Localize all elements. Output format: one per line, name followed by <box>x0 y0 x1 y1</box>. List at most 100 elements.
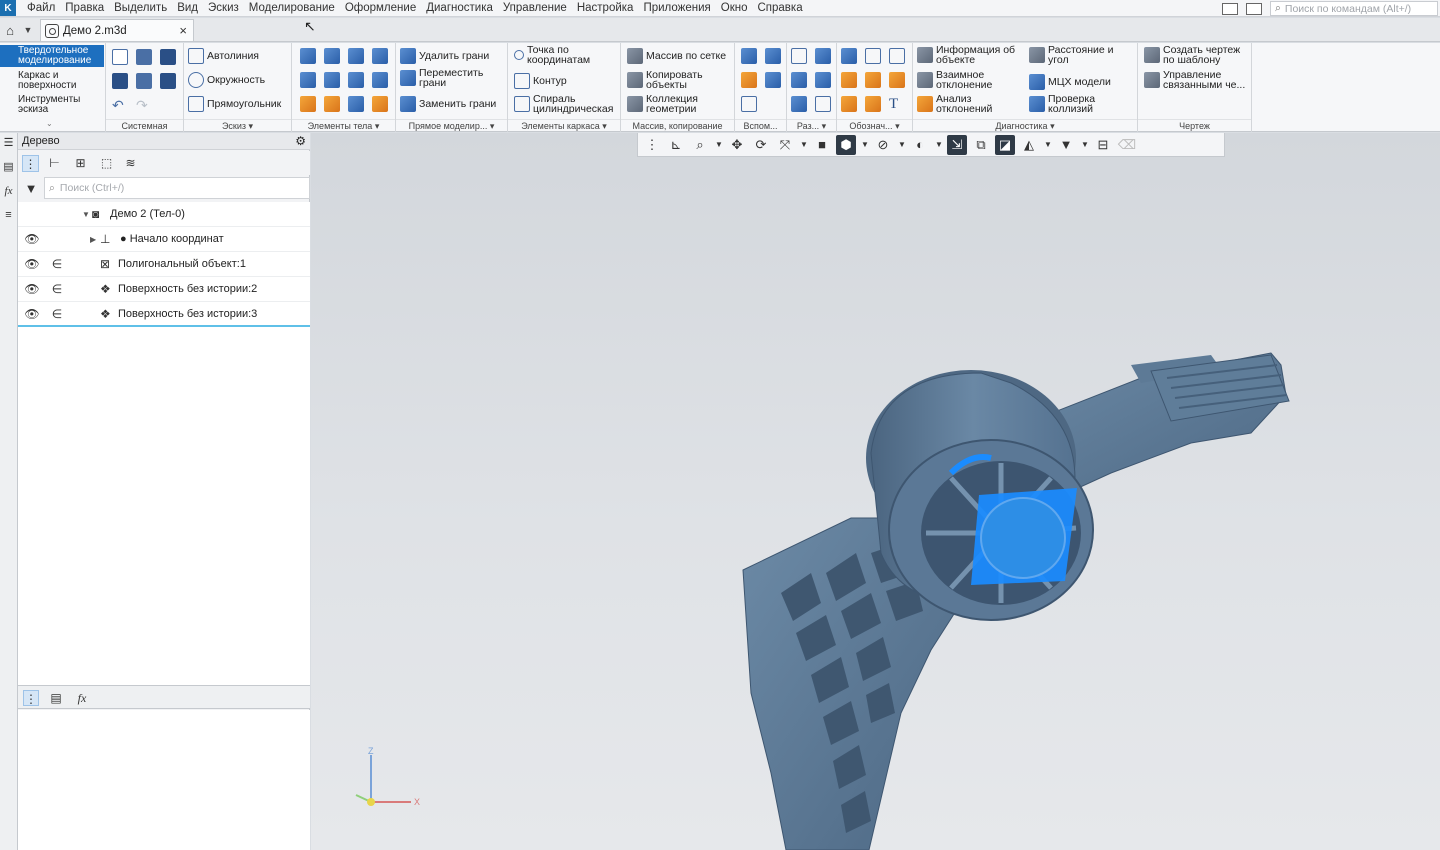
ordinate-dim-icon[interactable] <box>791 96 807 112</box>
cut-revolve-icon[interactable] <box>324 72 340 88</box>
menu-manage[interactable]: Управление <box>498 0 572 16</box>
mode-solid-modeling[interactable]: Твердотельное моделирование <box>0 45 104 67</box>
render-icon[interactable]: ◭ <box>1019 135 1039 155</box>
3d-viewport[interactable]: ⋮ ⊾ ⌕ ▼ ✥ ⟳ ⤧ ▼ ■ ⬢ ▼ ⊘ ▼ ◐ ▼ ⇲ ⧉ ◪ ◭ ▼ … <box>311 133 1440 850</box>
delete-faces-button[interactable]: Удалить грани <box>400 48 489 64</box>
section-icon[interactable]: ◐ <box>910 135 930 155</box>
autoline-button[interactable]: Автолиния <box>188 48 259 64</box>
section-dropdown-icon[interactable]: ▼ <box>934 140 944 149</box>
tree-panel-tab-icon[interactable]: ⋮ <box>23 690 39 706</box>
variables-fx-icon[interactable]: fx <box>2 185 15 198</box>
perspective-icon[interactable]: ⧉ <box>971 135 991 155</box>
menu-help[interactable]: Справка <box>752 0 807 16</box>
tree-structure-icon[interactable]: ⋮ <box>22 155 39 172</box>
group-diagnostics-label[interactable]: Диагностика ▾ <box>913 119 1137 131</box>
aux-axis-icon[interactable] <box>765 48 781 64</box>
save-icon[interactable] <box>160 49 176 65</box>
properties-tab-icon[interactable]: ▤ <box>48 690 64 706</box>
expand-arrow-icon[interactable]: ▶ <box>90 235 96 244</box>
cylindrical-spiral-button[interactable]: Спираль цилиндрическая <box>514 94 620 114</box>
weld-icon[interactable] <box>841 72 857 88</box>
rectangle-button[interactable]: Прямоугольник <box>188 96 281 112</box>
menu-window[interactable]: Окно <box>716 0 753 16</box>
layers-panel-icon[interactable]: ≡ <box>2 209 15 222</box>
selection-filter-icon[interactable]: ▼ <box>1056 135 1076 155</box>
visibility-eye-icon[interactable]: 👁 <box>24 307 40 321</box>
aux-point-icon[interactable] <box>741 72 757 88</box>
base-icon[interactable] <box>841 96 857 112</box>
tree-hierarchy-icon[interactable]: ⊢ <box>46 155 63 172</box>
arc-dim-icon[interactable] <box>815 96 831 112</box>
manage-linked-drawings-button[interactable]: Управление связанными че... <box>1144 70 1250 90</box>
replace-faces-button[interactable]: Заменить грани <box>400 96 496 112</box>
create-drawing-button[interactable]: Создать чертеж по шаблону <box>1144 45 1250 65</box>
mutual-deviation-button[interactable]: Взаимное отклонение <box>917 70 1027 90</box>
preview-icon[interactable] <box>136 73 152 89</box>
visibility-eye-icon[interactable]: 👁 <box>24 282 40 296</box>
shaded-mode-icon[interactable]: ■ <box>812 135 832 155</box>
mass-properties-button[interactable]: МЦХ модели <box>1029 74 1111 90</box>
zoom-dropdown-icon[interactable]: ▼ <box>714 140 724 149</box>
document-tab[interactable]: Демо 2.m3d × <box>40 19 194 41</box>
variables-tab-icon[interactable]: fx <box>74 690 90 706</box>
diametral-dim-icon[interactable] <box>815 72 831 88</box>
cut-sweep-icon[interactable] <box>348 72 364 88</box>
group-frame-elements-label[interactable]: Элементы каркаса ▾ <box>508 119 620 131</box>
measure-icon[interactable]: ⊟ <box>1093 135 1113 155</box>
mode-expand-icon[interactable]: ⌄ <box>46 119 53 128</box>
properties-panel-icon[interactable]: ▤ <box>2 161 15 174</box>
mode-wireframe-surfaces[interactable]: Каркас и поверхности <box>0 70 104 92</box>
menu-select[interactable]: Выделить <box>109 0 172 16</box>
aux-line-icon[interactable] <box>741 96 757 112</box>
menu-modeling[interactable]: Моделирование <box>244 0 340 16</box>
tree-search-input[interactable]: ⌕ Поиск (Ctrl+/) <box>44 177 310 199</box>
loft-icon[interactable] <box>372 48 388 64</box>
orientation-dropdown-icon[interactable]: ▼ <box>799 140 809 149</box>
sweep-icon[interactable] <box>348 48 364 64</box>
deviation-analysis-button[interactable]: Анализ отклонений <box>917 94 1027 114</box>
distance-angle-button[interactable]: Расстояние и угол <box>1029 45 1135 65</box>
tree-layers-icon[interactable]: ≋ <box>122 155 139 172</box>
tree-row-surface-3[interactable]: 👁 ∈ ❖ Поверхность без истории:3 <box>18 302 310 327</box>
linear-dim-icon[interactable] <box>791 48 807 64</box>
grid-array-button[interactable]: Массив по сетке <box>627 48 726 64</box>
menu-view[interactable]: Вид <box>172 0 203 16</box>
render-dropdown-icon[interactable]: ▼ <box>1043 140 1053 149</box>
tolerance-icon[interactable] <box>865 72 881 88</box>
copy-objects-button[interactable]: Копировать объекты <box>627 70 731 90</box>
screenshot-icon[interactable] <box>1246 2 1262 15</box>
constraints-icon[interactable]: ◪ <box>995 134 1015 155</box>
orientation-icon[interactable]: ⤧ <box>775 135 795 155</box>
group-sketch-label[interactable]: Эскиз ▾ <box>184 119 291 131</box>
contour-button[interactable]: Контур <box>514 73 567 89</box>
3d-model[interactable] <box>311 133 1440 850</box>
display-mode-dropdown-icon[interactable]: ▼ <box>860 140 870 149</box>
zoom-icon[interactable]: ⌕ <box>690 135 710 155</box>
rotate-icon[interactable]: ⟳ <box>751 135 771 155</box>
fillet-icon[interactable] <box>300 96 316 112</box>
point-by-coords-button[interactable]: Точка по координатам <box>514 45 618 65</box>
filter-dropdown-icon[interactable]: ▼ <box>1080 140 1090 149</box>
tree-row-polygonal-object[interactable]: 👁 ∈ ⊠ Полигональный объект:1 <box>18 252 310 277</box>
group-dimensions-label[interactable]: Раз... ▾ <box>787 119 836 131</box>
window-mode-icon[interactable] <box>1222 2 1238 15</box>
tree-selection-icon[interactable]: ⬚ <box>98 155 115 172</box>
redo-icon[interactable]: ↷ <box>136 97 152 113</box>
geometry-collection-button[interactable]: Коллекция геометрии <box>627 94 731 114</box>
move-faces-button[interactable]: Переместить грани <box>400 68 500 88</box>
tab-list-dropdown-icon[interactable]: ▼ <box>20 19 36 41</box>
visibility-eye-icon[interactable]: 👁 <box>24 232 40 246</box>
hide-icon[interactable]: ⊘ <box>873 135 893 155</box>
local-csys-icon[interactable]: ⊾ <box>666 135 686 155</box>
collision-check-button[interactable]: Проверка коллизий <box>1029 94 1135 114</box>
undo-icon[interactable]: ↶ <box>112 97 128 113</box>
mark-icon[interactable] <box>889 72 905 88</box>
pan-icon[interactable]: ✥ <box>727 135 747 155</box>
menu-diagnostics[interactable]: Диагностика <box>421 0 498 16</box>
extrude-icon[interactable] <box>300 48 316 64</box>
gear-icon[interactable]: ⚙ <box>295 133 306 150</box>
menu-apps[interactable]: Приложения <box>638 0 715 16</box>
tree-row-root-part[interactable]: ▼ ◙ Демо 2 (Тел-0) <box>18 202 310 227</box>
new-document-icon[interactable] <box>112 49 128 65</box>
text-icon[interactable]: T <box>889 96 905 112</box>
